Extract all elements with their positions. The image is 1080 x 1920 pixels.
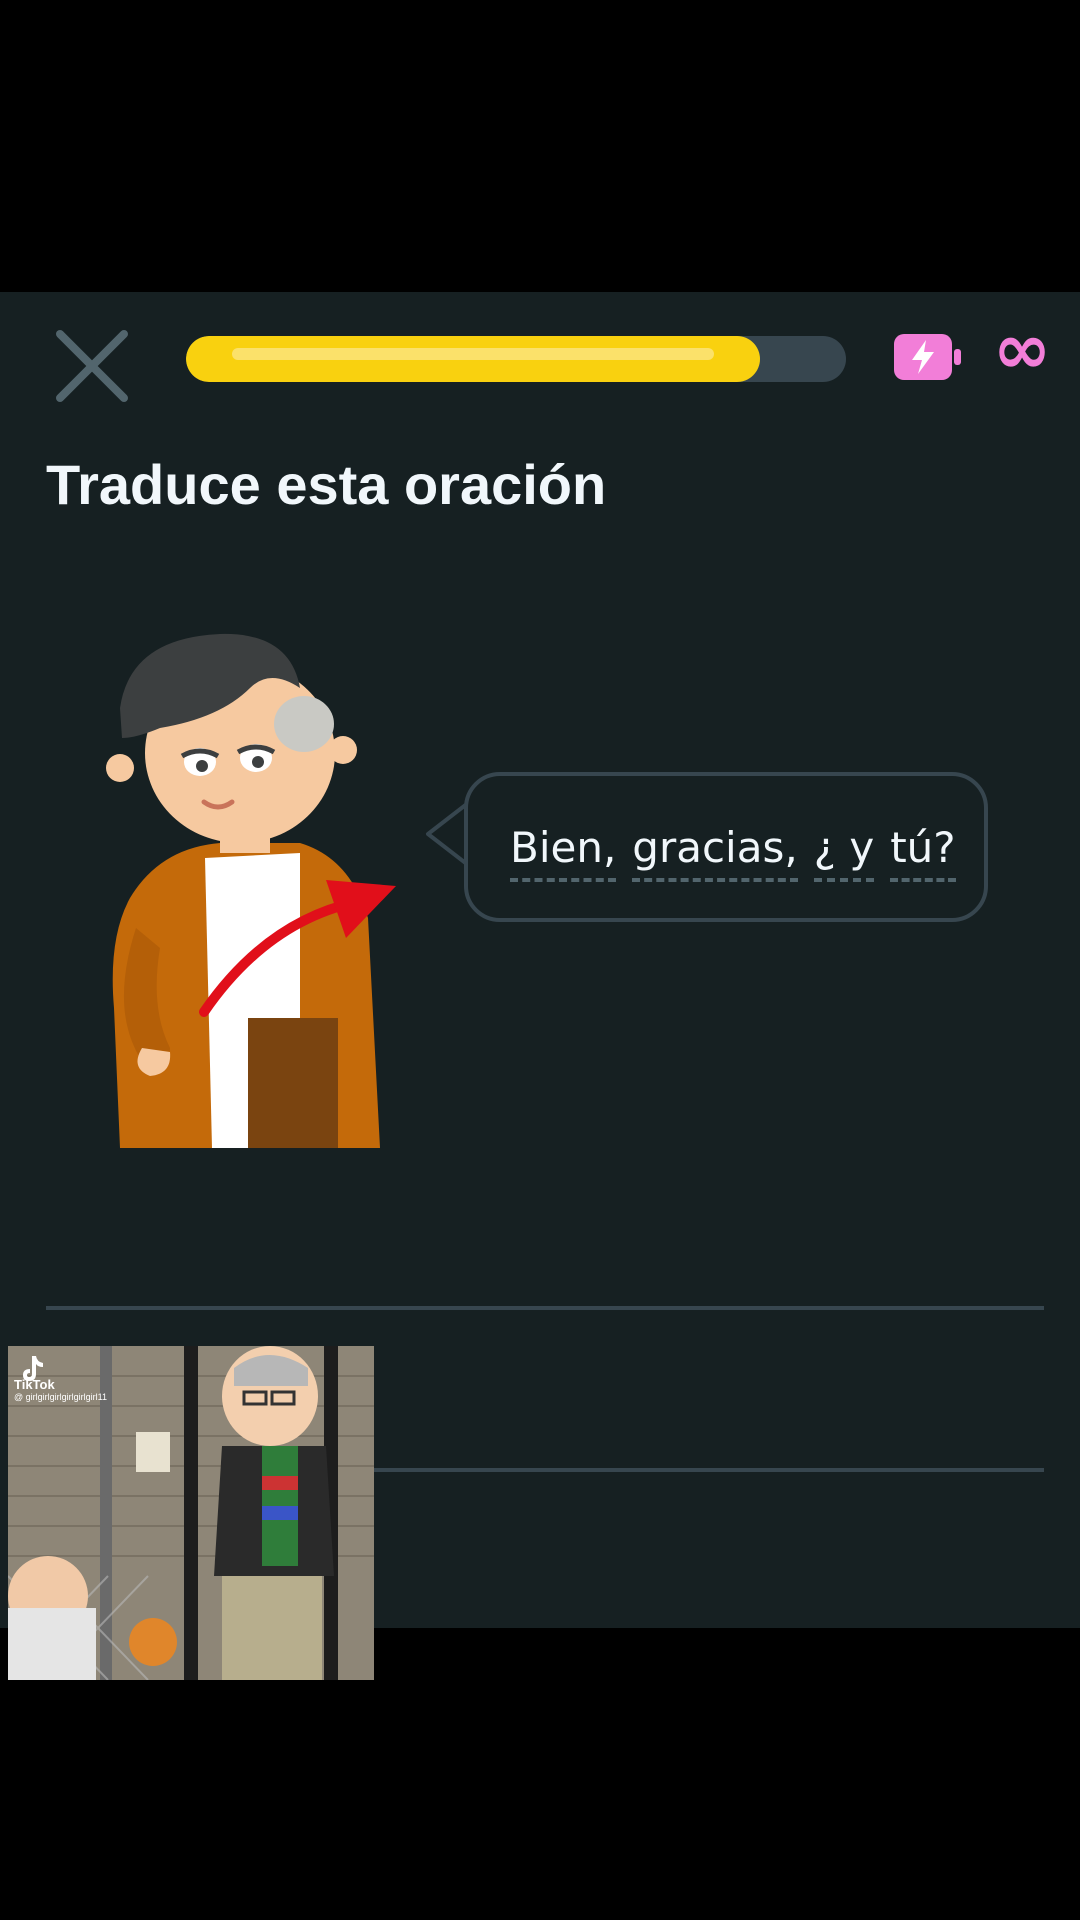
close-icon	[56, 330, 128, 402]
close-button[interactable]	[52, 326, 132, 406]
page-title: Traduce esta oración	[46, 453, 607, 516]
energy-counter: ∞	[992, 308, 1052, 390]
sentence-word[interactable]: Bien,	[510, 822, 617, 882]
sentence-word[interactable]: gracias,	[632, 822, 798, 882]
red-arrow-annotation	[199, 880, 396, 1017]
sentence-word[interactable]: tú?	[890, 822, 956, 882]
prompt-sentence: Bien, gracias, ¿ y tú?	[510, 822, 956, 882]
battery-bolt-icon[interactable]	[892, 332, 964, 382]
lesson-progress-bar	[186, 336, 846, 382]
answer-line[interactable]	[46, 1306, 1044, 1310]
tiktok-handle: @ girlgirlgirlgirlgirlgirl11	[14, 1392, 107, 1402]
video-overlay[interactable]: TikTok @ girlgirlgirlgirlgirlgirl11	[8, 1346, 374, 1680]
tiktok-brand: TikTok	[14, 1377, 55, 1392]
lesson-screen: ∞ Traduce esta oración Bien, gracias, ¿ …	[0, 292, 1080, 1680]
progress-highlight	[232, 348, 715, 360]
sentence-word[interactable]: ¿ y	[813, 822, 875, 882]
